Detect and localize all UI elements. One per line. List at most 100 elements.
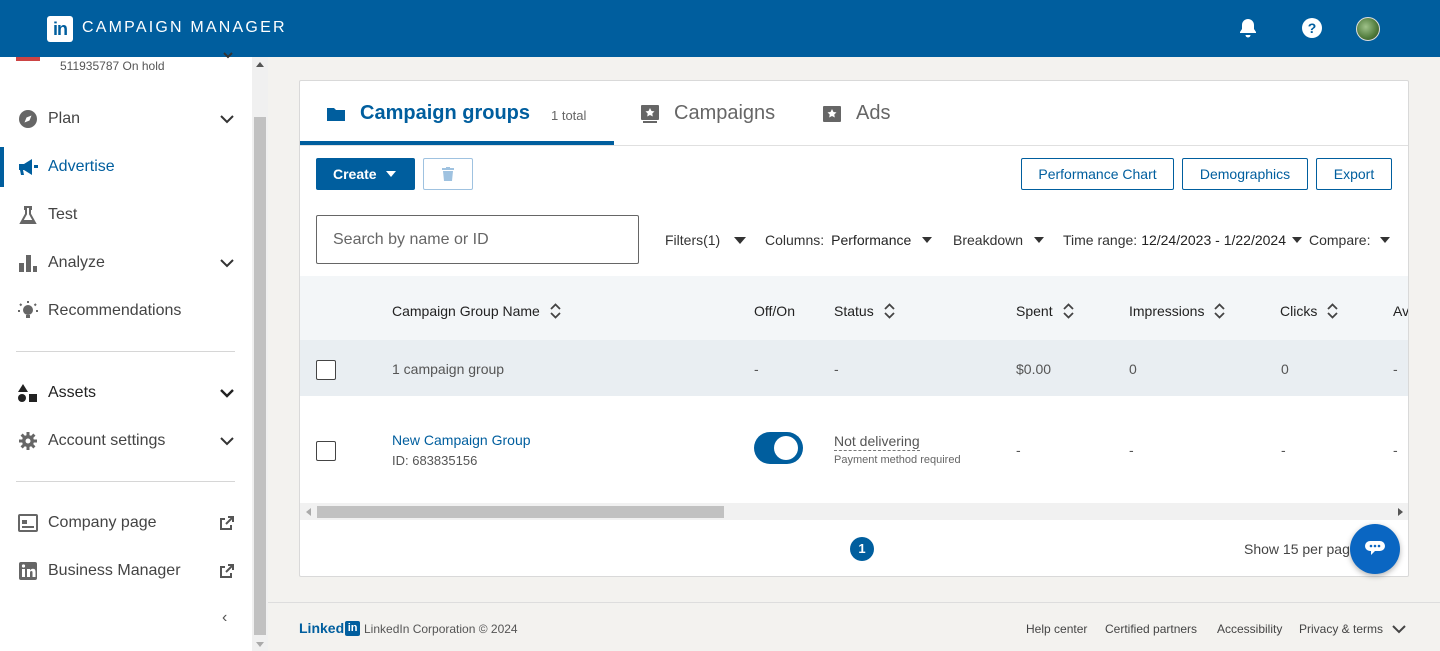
column-header-offon: Off/On	[754, 303, 795, 319]
chevron-down-icon[interactable]	[218, 432, 236, 450]
chevron-down-icon[interactable]	[218, 384, 236, 402]
sidebar-divider	[16, 351, 235, 352]
horizontal-scrollbar-thumb[interactable]	[317, 506, 724, 518]
tab-campaigns[interactable]: Campaigns	[640, 81, 775, 146]
performance-chart-button[interactable]: Performance Chart	[1021, 158, 1174, 190]
chevron-down-icon[interactable]	[1392, 624, 1406, 634]
sidebar-item-company-page[interactable]: Company page	[0, 503, 252, 543]
column-header-average[interactable]: Av	[1393, 303, 1409, 319]
external-link-icon	[220, 564, 234, 578]
sidebar-item-label: Business Manager	[48, 562, 181, 579]
columns-dropdown[interactable]: Columns: Performance	[765, 232, 933, 248]
tab-label: Campaigns	[674, 102, 776, 124]
app-title: CAMPAIGN MANAGER	[82, 19, 287, 36]
column-header-label: Clicks	[1280, 303, 1318, 319]
column-header-label: Spent	[1016, 303, 1053, 319]
export-button[interactable]: Export	[1316, 158, 1392, 190]
column-header-label: Av	[1393, 303, 1409, 319]
collapse-sidebar-button[interactable]: ‹	[222, 609, 227, 627]
campaign-icon	[641, 104, 659, 123]
column-header-name[interactable]: Campaign Group Name	[392, 303, 561, 319]
footer-link-help-center[interactable]: Help center	[1026, 622, 1087, 636]
megaphone-icon	[17, 156, 39, 178]
tab-ads[interactable]: Ads	[822, 81, 890, 146]
summary-impressions: 0	[1129, 361, 1137, 377]
compare-dropdown[interactable]: Compare:	[1309, 232, 1391, 248]
sidebar-item-assets[interactable]: Assets	[0, 373, 252, 413]
sort-icon	[1062, 303, 1074, 319]
time-range-dropdown[interactable]: Time range: 12/24/2023 - 1/22/2024	[1063, 232, 1302, 248]
time-range-label: Time range:	[1063, 232, 1138, 248]
scroll-down-arrow-icon[interactable]	[256, 642, 264, 647]
sidebar-scrollbar-thumb[interactable]	[254, 117, 266, 635]
row-impressions: -	[1129, 442, 1134, 458]
caret-down-icon	[1291, 237, 1302, 243]
columns-label: Columns:	[765, 232, 825, 248]
filters-dropdown[interactable]: Filters(1)	[665, 232, 747, 248]
per-page-selector[interactable]: Show 15 per page	[1244, 541, 1358, 557]
caret-down-icon	[922, 237, 933, 243]
row-average: -	[1393, 442, 1398, 458]
select-all-checkbox[interactable]	[316, 360, 336, 380]
chevron-down-icon[interactable]	[218, 110, 236, 128]
sidebar-item-test[interactable]: Test	[0, 195, 252, 235]
scroll-up-arrow-icon[interactable]	[256, 62, 264, 67]
footer-linkedin-logo: Linked in	[299, 620, 361, 636]
search-input[interactable]	[316, 215, 639, 264]
page-1-button[interactable]: 1	[850, 537, 874, 561]
sidebar-item-advertise[interactable]: Advertise	[0, 147, 252, 187]
sidebar-item-analyze[interactable]: Analyze	[0, 243, 252, 283]
tab-label: Campaign groups	[360, 102, 531, 124]
tab-label: Ads	[856, 102, 891, 124]
footer-link-accessibility[interactable]: Accessibility	[1217, 622, 1282, 636]
caret-down-icon	[386, 171, 396, 177]
footer-link-certified-partners[interactable]: Certified partners	[1105, 622, 1197, 636]
column-header-spent[interactable]: Spent	[1016, 303, 1074, 319]
summary-clicks: 0	[1281, 361, 1289, 377]
account-chevron-icon[interactable]	[222, 49, 234, 61]
columns-value: Performance	[831, 232, 912, 248]
summary-name: 1 campaign group	[392, 361, 505, 377]
campaign-group-name-link[interactable]: New Campaign Group	[392, 432, 531, 448]
footer-logo-text: Linked	[299, 620, 345, 636]
trash-icon	[442, 167, 454, 181]
create-button[interactable]: Create	[316, 158, 415, 190]
delete-button[interactable]	[423, 158, 473, 190]
sort-icon	[884, 303, 895, 319]
sidebar-item-recommendations[interactable]: Recommendations	[0, 291, 252, 331]
column-header-label: Campaign Group Name	[392, 303, 540, 319]
lightbulb-icon	[17, 300, 39, 322]
scroll-left-arrow-icon[interactable]	[306, 508, 311, 516]
campaign-group-toggle[interactable]	[754, 432, 803, 464]
chat-button[interactable]	[1350, 524, 1400, 574]
bar-chart-icon	[17, 252, 39, 274]
caret-down-icon	[1034, 237, 1045, 243]
row-clicks: -	[1281, 442, 1286, 458]
column-header-impressions[interactable]: Impressions	[1129, 303, 1226, 319]
sidebar-item-business-manager[interactable]: Business Manager	[0, 551, 252, 591]
tab-bar: Campaign groups 1 total Campaigns Ads	[300, 81, 1408, 146]
status-text[interactable]: Not delivering	[834, 433, 920, 451]
sidebar-item-account-settings[interactable]: Account settings	[0, 421, 252, 461]
linkedin-logo[interactable]: in	[47, 16, 73, 42]
row-checkbox[interactable]	[316, 441, 336, 461]
company-page-icon	[17, 512, 39, 534]
chevron-down-icon[interactable]	[218, 254, 236, 272]
row-spent: -	[1016, 442, 1021, 458]
avatar[interactable]	[1356, 17, 1380, 41]
column-header-clicks[interactable]: Clicks	[1280, 303, 1338, 319]
footer-link-privacy-terms[interactable]: Privacy & terms	[1299, 622, 1383, 636]
column-header-status[interactable]: Status	[834, 303, 895, 319]
demographics-button[interactable]: Demographics	[1182, 158, 1308, 190]
help-icon[interactable]: ?	[1300, 16, 1324, 40]
tab-campaign-groups[interactable]: Campaign groups	[326, 81, 530, 146]
sidebar-item-plan[interactable]: Plan	[0, 99, 252, 139]
bell-icon[interactable]	[1236, 16, 1260, 40]
summary-spent: $0.00	[1016, 361, 1052, 377]
breakdown-dropdown[interactable]: Breakdown	[953, 232, 1045, 248]
campaign-groups-count: 1 total	[551, 108, 587, 123]
ad-icon	[823, 105, 841, 122]
scroll-right-arrow-icon[interactable]	[1398, 508, 1403, 516]
sidebar-item-label: Plan	[48, 110, 81, 127]
summary-status: -	[834, 361, 839, 377]
